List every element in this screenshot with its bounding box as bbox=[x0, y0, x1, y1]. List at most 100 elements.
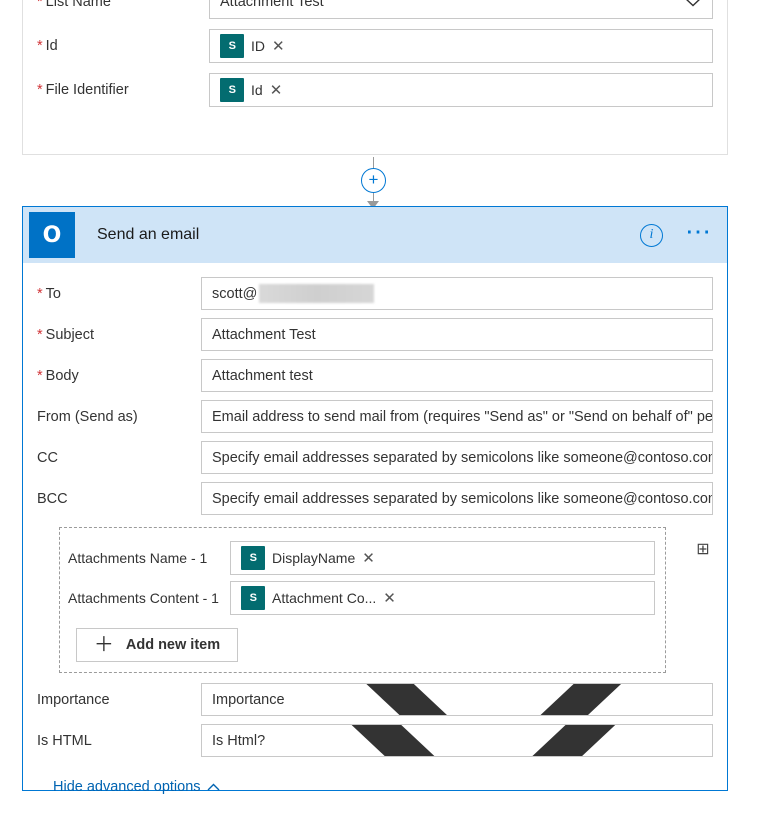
form-row-list-name: * List Name Attachment Test bbox=[23, 0, 727, 24]
subject-input[interactable]: Attachment Test bbox=[201, 318, 713, 351]
dynamic-token[interactable]: S ID ✕ bbox=[220, 34, 285, 58]
file-identifier-input[interactable]: S Id ✕ bbox=[209, 73, 713, 107]
label-text: Subject bbox=[45, 326, 95, 343]
hide-advanced-label: Hide advanced options bbox=[53, 779, 201, 795]
form-row-is-html: Is HTML Is Html? bbox=[37, 720, 713, 761]
add-step-button[interactable]: + bbox=[361, 168, 386, 193]
dynamic-token[interactable]: S Attachment Co... ✕ bbox=[241, 586, 396, 610]
chevron-up-icon bbox=[207, 783, 220, 791]
form-row-attachment-name: Attachments Name - 1 S DisplayName ✕ bbox=[68, 538, 655, 578]
outlook-glyph: O bbox=[42, 222, 62, 248]
close-icon[interactable]: ✕ bbox=[362, 551, 375, 566]
attachments-content-input[interactable]: S Attachment Co... ✕ bbox=[230, 581, 655, 615]
cc-placeholder: Specify email addresses separated by sem… bbox=[212, 449, 713, 466]
token-label: Attachment Co... bbox=[272, 590, 377, 606]
card-body: * To scott@ * Subject Attachment Test * Bod… bbox=[23, 263, 727, 796]
field-label-id: * Id bbox=[37, 38, 209, 54]
form-row-id: * Id S ID ✕ bbox=[23, 24, 727, 68]
label-text: List Name bbox=[45, 0, 111, 10]
flow-designer-canvas: * List Name Attachment Test * Id S ID ✕ * F… bbox=[0, 0, 771, 813]
field-label-is-html: Is HTML bbox=[37, 732, 92, 749]
cc-input[interactable]: Specify email addresses separated by sem… bbox=[201, 441, 713, 474]
switch-to-array-input-icon[interactable]: ⊞ bbox=[693, 540, 713, 560]
body-input[interactable]: Attachment test bbox=[201, 359, 713, 392]
body-value: Attachment test bbox=[212, 367, 313, 384]
chevron-down-icon bbox=[366, 684, 621, 715]
importance-dropdown[interactable]: Importance bbox=[201, 683, 713, 716]
field-label-importance: Importance bbox=[37, 691, 110, 708]
chevron-down-icon bbox=[686, 0, 700, 7]
card-title: Send an email bbox=[97, 226, 200, 243]
close-icon[interactable]: ✕ bbox=[270, 83, 283, 98]
form-row-importance: Importance Importance bbox=[37, 679, 713, 720]
is-html-dropdown[interactable]: Is Html? bbox=[201, 724, 713, 757]
token-label: ID bbox=[251, 38, 265, 54]
label-text: File Identifier bbox=[45, 82, 129, 98]
form-row-bcc: BCC Specify email addresses separated by… bbox=[37, 478, 713, 519]
list-name-value: Attachment Test bbox=[220, 0, 324, 10]
bcc-input[interactable]: Specify email addresses separated by sem… bbox=[201, 482, 713, 515]
dynamic-token[interactable]: S DisplayName ✕ bbox=[241, 546, 375, 570]
form-row-subject: * Subject Attachment Test bbox=[37, 314, 713, 355]
outlook-icon: O bbox=[29, 212, 75, 258]
plus-icon: ＋ bbox=[93, 634, 114, 656]
token-label: Id bbox=[251, 82, 263, 98]
is-html-placeholder: Is Html? bbox=[212, 732, 266, 749]
field-label-attachments-name: Attachments Name - 1 bbox=[68, 550, 208, 566]
attachments-name-input[interactable]: S DisplayName ✕ bbox=[230, 541, 655, 575]
card-header[interactable]: O Send an email i ⋯ bbox=[23, 207, 727, 263]
field-label-to: * To bbox=[37, 286, 201, 302]
field-label-body: * Body bbox=[37, 368, 201, 384]
close-icon[interactable]: ✕ bbox=[383, 591, 396, 606]
required-asterisk: * bbox=[37, 367, 43, 384]
form-row-attachment-content: Attachments Content - 1 S Attachment Co.… bbox=[68, 578, 655, 618]
label-text: Id bbox=[45, 38, 58, 54]
required-asterisk: * bbox=[37, 326, 43, 343]
send-an-email-action-card[interactable]: O Send an email i ⋯ * To scott@ * Subjec… bbox=[22, 206, 728, 795]
field-label-bcc: BCC bbox=[37, 490, 68, 507]
add-new-item-button[interactable]: ＋ Add new item bbox=[76, 628, 238, 662]
field-label-cc: CC bbox=[37, 449, 58, 466]
id-input[interactable]: S ID ✕ bbox=[209, 29, 713, 63]
sharepoint-icon: S bbox=[220, 78, 244, 102]
more-options-icon[interactable]: ⋯ bbox=[685, 218, 713, 244]
close-icon[interactable]: ✕ bbox=[272, 39, 285, 54]
field-label-from: From (Send as) bbox=[37, 408, 138, 425]
form-row-file-identifier: * File Identifier S Id ✕ bbox=[23, 68, 727, 112]
card-header-actions: i ⋯ bbox=[640, 218, 713, 247]
attachments-group: Attachments Name - 1 S DisplayName ✕ Att… bbox=[59, 527, 710, 673]
chevron-down-icon bbox=[351, 725, 616, 756]
to-input[interactable]: scott@ bbox=[201, 277, 713, 310]
required-asterisk: * bbox=[37, 0, 43, 10]
field-label-attachments-content: Attachments Content - 1 bbox=[68, 590, 219, 606]
required-asterisk: * bbox=[37, 285, 43, 302]
step-connector: + bbox=[359, 157, 389, 209]
token-label: DisplayName bbox=[272, 550, 356, 566]
redacted-text bbox=[259, 284, 375, 303]
from-placeholder: Email address to send mail from (require… bbox=[212, 408, 713, 425]
list-name-dropdown[interactable]: Attachment Test bbox=[209, 0, 713, 19]
sharepoint-icon: S bbox=[241, 586, 265, 610]
subject-value: Attachment Test bbox=[212, 326, 316, 343]
sharepoint-action-card: * List Name Attachment Test * Id S ID ✕ * F… bbox=[22, 0, 728, 155]
required-asterisk: * bbox=[37, 38, 43, 54]
field-label-subject: * Subject bbox=[37, 327, 201, 343]
importance-placeholder: Importance bbox=[212, 691, 285, 708]
sharepoint-icon: S bbox=[241, 546, 265, 570]
hide-advanced-options-button[interactable]: Hide advanced options bbox=[53, 779, 220, 795]
dynamic-token[interactable]: S Id ✕ bbox=[220, 78, 282, 102]
from-input[interactable]: Email address to send mail from (require… bbox=[201, 400, 713, 433]
add-new-item-label: Add new item bbox=[125, 637, 221, 653]
field-label-list-name: * List Name bbox=[37, 0, 209, 10]
sharepoint-icon: S bbox=[220, 34, 244, 58]
to-value: scott@ bbox=[212, 285, 258, 302]
form-row-from: From (Send as) Email address to send mai… bbox=[37, 396, 713, 437]
form-row-to: * To scott@ bbox=[37, 273, 713, 314]
bcc-placeholder: Specify email addresses separated by sem… bbox=[212, 490, 713, 507]
form-row-cc: CC Specify email addresses separated by … bbox=[37, 437, 713, 478]
info-icon[interactable]: i bbox=[640, 223, 663, 247]
form-row-body: * Body Attachment test bbox=[37, 355, 713, 396]
field-label-file-identifier: * File Identifier bbox=[37, 82, 209, 98]
required-asterisk: * bbox=[37, 82, 43, 98]
label-text: Body bbox=[45, 367, 79, 384]
